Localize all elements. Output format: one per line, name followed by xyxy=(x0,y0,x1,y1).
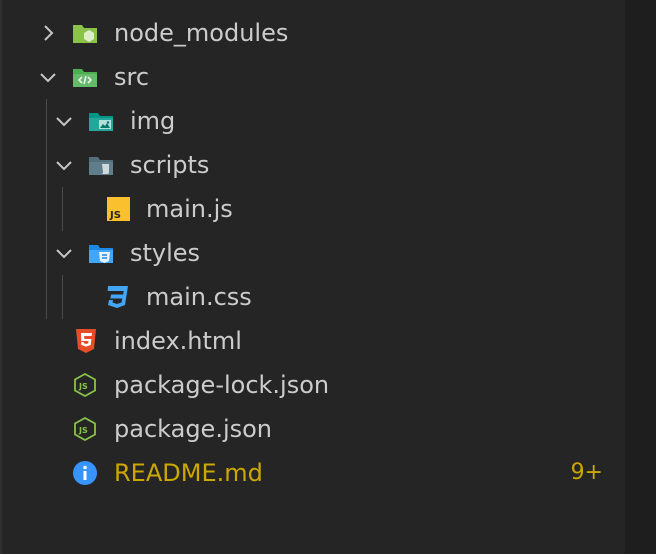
scripts-folder-icon xyxy=(89,157,113,175)
tree-item-main-css[interactable]: main.css xyxy=(4,275,627,319)
styles-folder-icon xyxy=(89,245,113,263)
tree-item-index-html[interactable]: index.html xyxy=(4,319,627,363)
tree-item-package-json[interactable]: JS package.json xyxy=(4,407,627,451)
node-modules-folder-icon xyxy=(73,25,97,43)
tree-item-node-modules[interactable]: node_modules xyxy=(4,11,627,55)
svg-text:JS: JS xyxy=(109,210,121,221)
html-file-icon xyxy=(76,329,96,353)
problems-count-badge: 9+ xyxy=(570,460,603,485)
nodejs-file-icon: JS xyxy=(74,417,96,441)
clipped-row-fragment xyxy=(90,0,150,4)
css-file-icon xyxy=(107,286,128,308)
chevron-down-icon[interactable] xyxy=(52,109,76,133)
tree-item-label: package-lock.json xyxy=(114,371,330,399)
tree-item-label: README.md xyxy=(114,459,263,487)
tree-item-label: img xyxy=(130,107,176,135)
tree-item-styles[interactable]: styles xyxy=(4,231,627,275)
editor-area-edge xyxy=(627,0,656,554)
tree-item-package-lock-json[interactable]: JS package-lock.json xyxy=(4,363,627,407)
chevron-down-icon[interactable] xyxy=(52,241,76,265)
tree-item-label: main.css xyxy=(146,283,252,311)
tree-item-src[interactable]: src xyxy=(4,55,627,99)
tree-item-label: scripts xyxy=(130,151,210,179)
svg-text:JS: JS xyxy=(78,426,88,435)
tree-item-img[interactable]: img xyxy=(4,99,627,143)
info-icon xyxy=(73,461,97,485)
svg-text:JS: JS xyxy=(78,382,88,391)
chevron-down-icon[interactable] xyxy=(52,153,76,177)
file-explorer: node_modules src img scripts JS main.js … xyxy=(0,0,625,554)
chevron-right-icon[interactable] xyxy=(36,21,60,45)
tree-item-label: styles xyxy=(130,239,201,267)
tree-item-label: main.js xyxy=(146,195,233,223)
tree-item-label: node_modules xyxy=(114,19,289,47)
nodejs-file-icon: JS xyxy=(74,373,96,397)
tree-item-label: package.json xyxy=(114,415,273,443)
tree-item-label: src xyxy=(114,63,150,91)
tree-item-label: index.html xyxy=(114,327,242,355)
tree-item-main-js[interactable]: JS main.js xyxy=(4,187,627,231)
tree-item-readme-md[interactable]: README.md 9+ xyxy=(4,451,627,495)
src-folder-icon xyxy=(73,69,97,87)
chevron-down-icon[interactable] xyxy=(36,65,60,89)
tree-item-scripts[interactable]: scripts xyxy=(4,143,627,187)
javascript-file-icon: JS xyxy=(107,197,130,221)
img-folder-icon xyxy=(89,113,113,131)
